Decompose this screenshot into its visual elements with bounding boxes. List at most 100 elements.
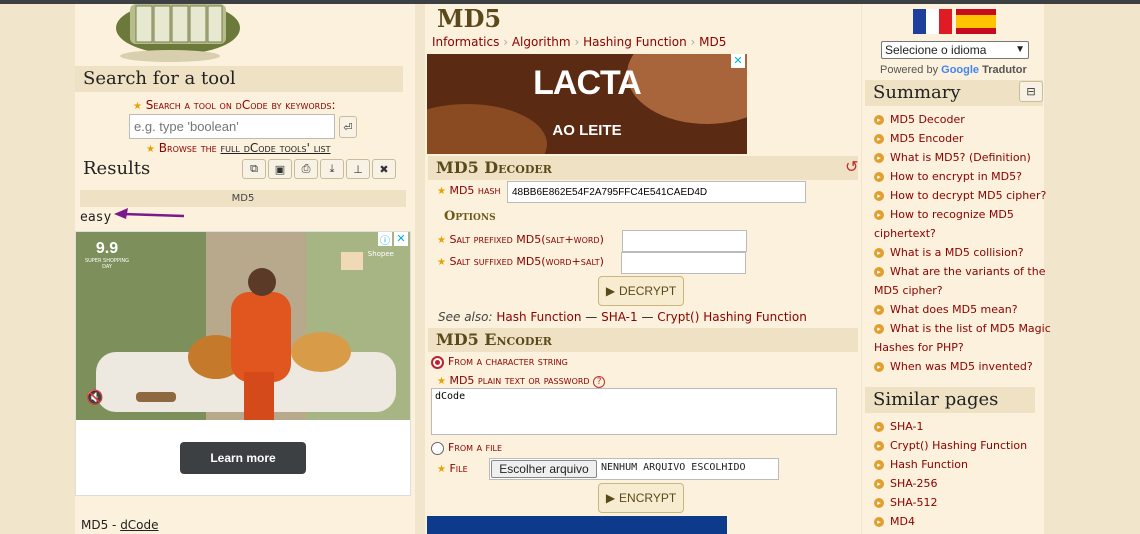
summary-item[interactable]: ▸ What is MD5? (Definition)	[874, 148, 1031, 167]
summary-item[interactable]: ▸ How to decrypt MD5 cipher?	[874, 186, 1046, 205]
plain-text-label: MD5 plain text or password	[449, 374, 590, 387]
breadcrumb: Informatics › Algorithm › Hashing Functi…	[432, 35, 727, 49]
ad-close-icon[interactable]: ✕	[394, 232, 408, 246]
play-icon: ▶	[605, 284, 616, 298]
copy-results-button[interactable]: ⧉	[242, 159, 266, 179]
salt-suffixed-label-row: ★ Salt suffixed MD5(word+salt)	[437, 255, 604, 268]
search-tool-title: Search for a tool	[75, 66, 403, 92]
search-input[interactable]	[129, 114, 335, 139]
footer-dcode-link[interactable]: dCode	[120, 518, 158, 532]
download-results-button[interactable]: ⤓	[320, 159, 344, 179]
breadcrumb-hashing-function[interactable]: Hashing Function	[583, 35, 687, 49]
see-also-sha1-link[interactable]: SHA-1	[601, 310, 638, 324]
see-also-crypt-link[interactable]: Crypt() Hashing Function	[657, 310, 807, 324]
collapse-summary-button[interactable]: ⊟	[1019, 81, 1043, 102]
similar-item[interactable]: ▸ SHA-256	[874, 474, 938, 493]
summary-item[interactable]: ▸ How to encrypt in MD5?	[874, 167, 1022, 186]
see-also: See also: Hash Function — SHA-1 — Crypt(…	[438, 310, 807, 324]
summary-item[interactable]: ▸ MD5 Encoder	[874, 129, 963, 148]
summary-item[interactable]: ▸ What does MD5 mean?	[874, 300, 1018, 319]
see-also-hash-function-link[interactable]: Hash Function	[496, 310, 581, 324]
summary-item[interactable]: ▸ What is a MD5 collision?	[874, 243, 1024, 262]
radio-from-string[interactable]	[431, 356, 444, 369]
left-video-ad[interactable]: 9.9 SUPER SHOPPING DAY ⓘ ✕ Shopee 🔇 Lear…	[75, 231, 411, 496]
refresh-icon[interactable]: ↺	[845, 157, 858, 176]
print-results-button[interactable]: ⎙	[294, 159, 318, 179]
from-string-label: From a character string	[448, 355, 568, 368]
file-label-row: ★ File	[437, 462, 468, 475]
summary-item[interactable]: ▸ What is the list of MD5 Magic	[874, 319, 1051, 338]
summary-item[interactable]: ▸ What are the variants of the	[874, 262, 1045, 281]
ad-info-icon[interactable]: ⓘ	[378, 232, 392, 247]
breadcrumb-md5[interactable]: MD5	[699, 35, 726, 49]
help-icon[interactable]: ?	[593, 376, 606, 388]
powered-by-label: Powered by	[880, 64, 939, 76]
search-prompt: ★ Search a tool on dCode by keywords:	[133, 98, 336, 112]
summary-item[interactable]: ▸ When was MD5 invented?	[874, 357, 1033, 376]
top-banner-ad[interactable]: LACTA AO LEITE ✕	[427, 54, 747, 154]
language-select[interactable]: Selecione o idioma ▼	[881, 41, 1029, 59]
translator-link[interactable]: Tradutor	[982, 64, 1027, 76]
browse-prefix: Browse the	[158, 141, 221, 155]
star-icon: ★	[437, 464, 446, 475]
file-input[interactable]: Escolher arquivo NENHUM ARQUIVO ESCOLHID…	[489, 458, 779, 480]
mute-icon[interactable]: 🔇	[86, 390, 103, 406]
similar-item[interactable]: ▸ SHA-512	[874, 493, 938, 512]
salt-prefixed-label: Salt prefixed MD5(salt+word)	[449, 233, 604, 246]
result-value: easy	[80, 210, 112, 225]
similar-item[interactable]: ▸ Hash Function	[874, 455, 968, 474]
google-logo: Google	[941, 64, 980, 76]
md5-hash-input[interactable]	[507, 181, 806, 203]
ad-badge: 9.9 SUPER SHOPPING DAY	[84, 240, 130, 270]
summary-item-continued[interactable]: Hashes for PHP?	[874, 338, 964, 357]
salt-prefixed-label-row: ★ Salt prefixed MD5(salt+word)	[437, 233, 604, 246]
screenshot-results-button[interactable]: ▣	[268, 159, 292, 179]
page-title: MD5	[437, 4, 502, 33]
star-icon: ★	[437, 186, 446, 197]
chevron-down-icon: ▼	[1015, 44, 1025, 55]
choose-file-button[interactable]: Escolher arquivo	[491, 460, 597, 478]
hash-label-row: ★ MD5 hash	[437, 184, 501, 197]
summary-item[interactable]: ▸ MD5 Decoder	[874, 110, 965, 129]
breadcrumb-informatics[interactable]: Informatics	[432, 35, 499, 49]
file-label: File	[449, 462, 468, 475]
ad-learn-more-button[interactable]: Learn more	[180, 442, 306, 474]
ad-brand-logo: LACTA	[533, 64, 642, 102]
star-icon: ★	[146, 144, 155, 155]
encrypt-button[interactable]: ▶ ENCRYPT	[598, 483, 684, 513]
close-results-button[interactable]: ✖	[372, 159, 396, 179]
encoder-title: MD5 Encoder	[428, 328, 858, 352]
summary-item-continued[interactable]: ciphertext?	[874, 224, 936, 243]
radio-from-file[interactable]	[431, 442, 444, 455]
search-submit-button[interactable]: ⏎	[339, 116, 357, 138]
pin-results-button[interactable]: ⊥	[346, 159, 370, 179]
similar-item[interactable]: ▸ Crypt() Hashing Function	[874, 436, 1027, 455]
flag-french-icon[interactable]	[913, 9, 952, 34]
browse-full-list-link[interactable]: full dCode tools' list	[221, 141, 331, 155]
breadcrumb-algorithm[interactable]: Algorithm	[512, 35, 571, 49]
hash-label: MD5 hash	[449, 184, 501, 197]
salt-prefixed-input[interactable]	[622, 230, 747, 252]
summary-item-continued[interactable]: MD5 cipher?	[874, 281, 943, 300]
summary-item[interactable]: ▸ How to recognize MD5	[874, 205, 1014, 224]
from-file-label: From a file	[448, 441, 503, 454]
decrypt-label: DECRYPT	[619, 284, 677, 298]
star-icon: ★	[133, 101, 142, 112]
bottom-banner-ad[interactable]	[427, 516, 727, 534]
options-title: Options	[444, 209, 496, 224]
similar-item[interactable]: ▸ MD4	[874, 512, 915, 531]
star-icon: ★	[437, 257, 446, 268]
ad-brand-label: Shopee	[367, 250, 394, 258]
similar-item[interactable]: ▸ SHA-1	[874, 417, 924, 436]
decrypt-button[interactable]: ▶ DECRYPT	[598, 276, 684, 306]
ad-brand-sub: AO LEITE	[552, 122, 622, 139]
language-select-value: Selecione o idioma	[885, 43, 987, 57]
plain-text-textarea[interactable]: dCode	[431, 388, 837, 435]
cryptex-logo-image	[116, 4, 240, 62]
ad-close-icon[interactable]: ✕	[731, 54, 745, 68]
flag-spanish-icon[interactable]	[956, 9, 996, 34]
decoder-title: MD5 Decoder	[428, 156, 858, 180]
plain-text-label-row: ★ MD5 plain text or password ?	[437, 374, 606, 388]
powered-by-google: Powered by Google Tradutor	[880, 64, 1027, 76]
salt-suffixed-input[interactable]	[621, 252, 746, 274]
